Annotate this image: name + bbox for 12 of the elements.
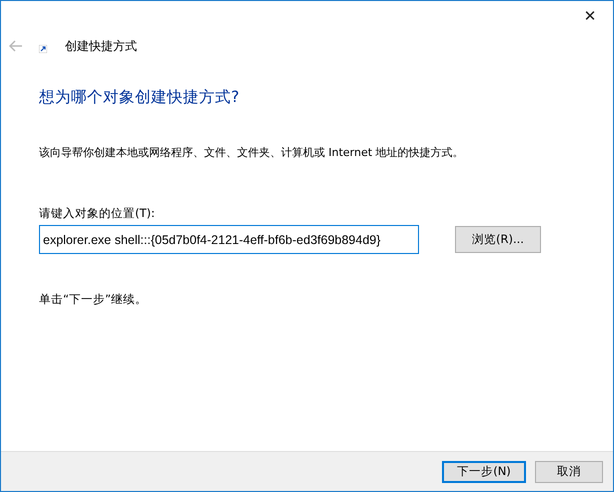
location-label: 请键入对象的位置(T): [39,206,156,221]
back-arrow-icon[interactable] [9,40,23,52]
hint-text: 单击“下一步”继续。 [39,292,148,307]
close-button[interactable]: ✕ [567,1,613,31]
next-button[interactable]: 下一步(N) [442,460,526,482]
window-title: 创建快捷方式 [65,38,137,54]
cancel-button[interactable]: 取消 [535,460,603,482]
location-input-field[interactable]: explorer.exe shell:::{05d7b0f4-2121-4eff-bf6b-ed3f69b894d9} [39,225,419,254]
heading: 想为哪个对象创建快捷方式? [39,87,240,108]
browse-button[interactable]: 浏览(R)... [455,226,541,253]
description-text: 该向导帮你创建本地或网络程序、文件、文件夹、计算机或 Internet 地址的快捷方式。 [39,145,465,160]
shortcut-icon [39,45,47,53]
